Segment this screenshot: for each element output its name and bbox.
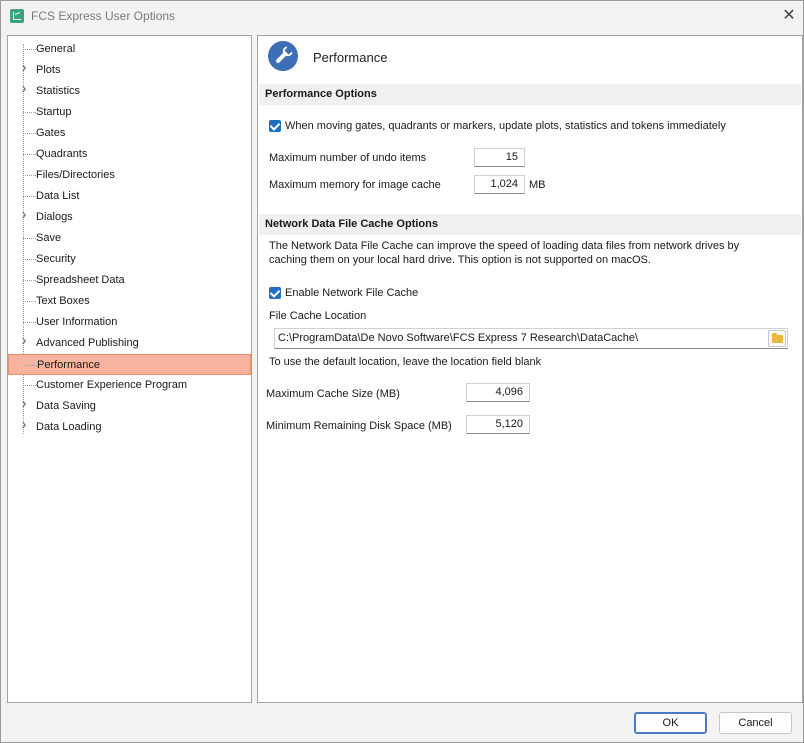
sidebar-item-label: Dialogs bbox=[36, 211, 73, 223]
sidebar-item-files-directories[interactable]: Files/Directories bbox=[8, 165, 251, 186]
chevron-right-icon[interactable]: › bbox=[18, 81, 30, 96]
fcs-express-app-icon bbox=[10, 9, 24, 23]
sidebar-item-general[interactable]: General bbox=[8, 39, 251, 60]
sidebar-item-label: Data Loading bbox=[36, 421, 102, 433]
network-cache-header: Network Data File Cache Options bbox=[259, 214, 801, 235]
tree-connector bbox=[23, 112, 36, 113]
tree-connector bbox=[24, 365, 37, 366]
file-cache-location-input[interactable]: C:\ProgramData\De Novo Software\FCS Expr… bbox=[274, 328, 788, 349]
page-title: Performance bbox=[313, 50, 388, 65]
sidebar-item-label: Gates bbox=[36, 127, 66, 139]
location-hint: To use the default location, leave the l… bbox=[269, 356, 542, 368]
sidebar-item-gates[interactable]: Gates bbox=[8, 123, 251, 144]
update-immediately-checkbox[interactable] bbox=[269, 120, 281, 132]
enable-network-cache-checkbox[interactable] bbox=[269, 287, 281, 299]
undo-items-label: Maximum number of undo items bbox=[269, 152, 427, 164]
sidebar-item-advanced-publishing[interactable]: › Advanced Publishing bbox=[8, 333, 251, 354]
sidebar-item-label: Performance bbox=[37, 359, 100, 371]
update-immediately-label: When moving gates, quadrants or markers,… bbox=[285, 120, 726, 132]
image-cache-input[interactable]: 1,024 bbox=[474, 175, 525, 194]
sidebar-item-data-loading[interactable]: › Data Loading bbox=[8, 417, 251, 438]
sidebar-item-quadrants[interactable]: Quadrants bbox=[8, 144, 251, 165]
sidebar-item-label: Text Boxes bbox=[36, 295, 90, 307]
options-tree: General › Plots › Statistics Startup Gates Quad… bbox=[7, 35, 252, 703]
sidebar-item-label: Customer Experience Program bbox=[36, 379, 188, 391]
sidebar-item-data-saving[interactable]: › Data Saving bbox=[8, 396, 251, 417]
tree-connector bbox=[23, 322, 36, 323]
min-disk-space-label: Minimum Remaining Disk Space (MB) bbox=[266, 420, 452, 432]
tree-connector bbox=[23, 196, 36, 197]
sidebar-item-plots[interactable]: › Plots bbox=[8, 60, 251, 81]
network-cache-description-line2: caching them on your local hard drive. T… bbox=[269, 254, 651, 266]
sidebar-item-label: Data List bbox=[36, 190, 80, 202]
sidebar-item-spreadsheet-data[interactable]: Spreadsheet Data bbox=[8, 270, 251, 291]
min-disk-space-input[interactable]: 5,120 bbox=[466, 415, 530, 434]
sidebar-item-label: Startup bbox=[36, 106, 72, 118]
sidebar-item-label: Advanced Publishing bbox=[36, 337, 139, 349]
sidebar-item-text-boxes[interactable]: Text Boxes bbox=[8, 291, 251, 312]
tree-connector bbox=[23, 259, 36, 260]
tree-connector bbox=[23, 385, 36, 386]
sidebar-item-label: Plots bbox=[36, 64, 61, 76]
sidebar-item-dialogs[interactable]: › Dialogs bbox=[8, 207, 251, 228]
tree-connector bbox=[23, 238, 36, 239]
sidebar-item-save[interactable]: Save bbox=[8, 228, 251, 249]
performance-options-header: Performance Options bbox=[259, 84, 801, 105]
image-cache-label: Maximum memory for image cache bbox=[269, 179, 441, 191]
chevron-right-icon[interactable]: › bbox=[18, 333, 30, 348]
tree-connector bbox=[23, 133, 36, 134]
sidebar-item-label: Spreadsheet Data bbox=[36, 274, 125, 286]
tree-connector bbox=[23, 280, 36, 281]
enable-network-cache-label: Enable Network File Cache bbox=[285, 287, 419, 299]
title-bar: FCS Express User Options ✕ bbox=[1, 1, 803, 32]
ok-button[interactable]: OK bbox=[634, 712, 707, 734]
sidebar-item-startup[interactable]: Startup bbox=[8, 102, 251, 123]
browse-folder-button[interactable] bbox=[768, 330, 786, 347]
options-dialog: FCS Express User Options ✕ General › Plots… bbox=[0, 0, 804, 743]
sidebar-item-statistics[interactable]: › Statistics bbox=[8, 81, 251, 102]
network-cache-description-line1: The Network Data File Cache can improve … bbox=[269, 240, 740, 252]
sidebar-item-label: Save bbox=[36, 232, 62, 244]
sidebar-item-label: Statistics bbox=[36, 85, 81, 97]
sidebar-item-customer-experience-program[interactable]: Customer Experience Program bbox=[8, 375, 251, 396]
folder-icon bbox=[772, 333, 783, 343]
chevron-right-icon[interactable]: › bbox=[18, 207, 30, 222]
performance-panel: Performance Performance Options When mov… bbox=[257, 35, 803, 703]
sidebar-item-user-information[interactable]: User Information bbox=[8, 312, 251, 333]
chevron-right-icon[interactable]: › bbox=[18, 396, 30, 411]
sidebar-item-label: Security bbox=[36, 253, 76, 265]
chevron-right-icon[interactable]: › bbox=[18, 60, 30, 75]
tree-connector bbox=[23, 301, 36, 302]
wrench-icon bbox=[268, 41, 298, 71]
cancel-button[interactable]: Cancel bbox=[719, 712, 792, 734]
max-cache-size-label: Maximum Cache Size (MB) bbox=[266, 388, 400, 400]
tree-connector bbox=[23, 49, 36, 50]
tree-connector bbox=[23, 175, 36, 176]
sidebar-item-label: General bbox=[36, 43, 76, 55]
sidebar-item-security[interactable]: Security bbox=[8, 249, 251, 270]
file-cache-location-label: File Cache Location bbox=[269, 310, 367, 322]
close-icon[interactable]: ✕ bbox=[776, 4, 802, 28]
chevron-right-icon[interactable]: › bbox=[18, 417, 30, 432]
sidebar-item-label: Files/Directories bbox=[36, 169, 115, 181]
sidebar-item-performance[interactable]: Performance bbox=[8, 354, 251, 375]
sidebar-item-data-list[interactable]: Data List bbox=[8, 186, 251, 207]
sidebar-item-label: User Information bbox=[36, 316, 118, 328]
image-cache-unit: MB bbox=[529, 179, 546, 191]
undo-items-input[interactable]: 15 bbox=[474, 148, 525, 167]
window-title: FCS Express User Options bbox=[31, 9, 176, 23]
sidebar-item-label: Data Saving bbox=[36, 400, 96, 412]
sidebar-item-label: Quadrants bbox=[36, 148, 88, 160]
tree-connector bbox=[23, 154, 36, 155]
max-cache-size-input[interactable]: 4,096 bbox=[466, 383, 530, 402]
